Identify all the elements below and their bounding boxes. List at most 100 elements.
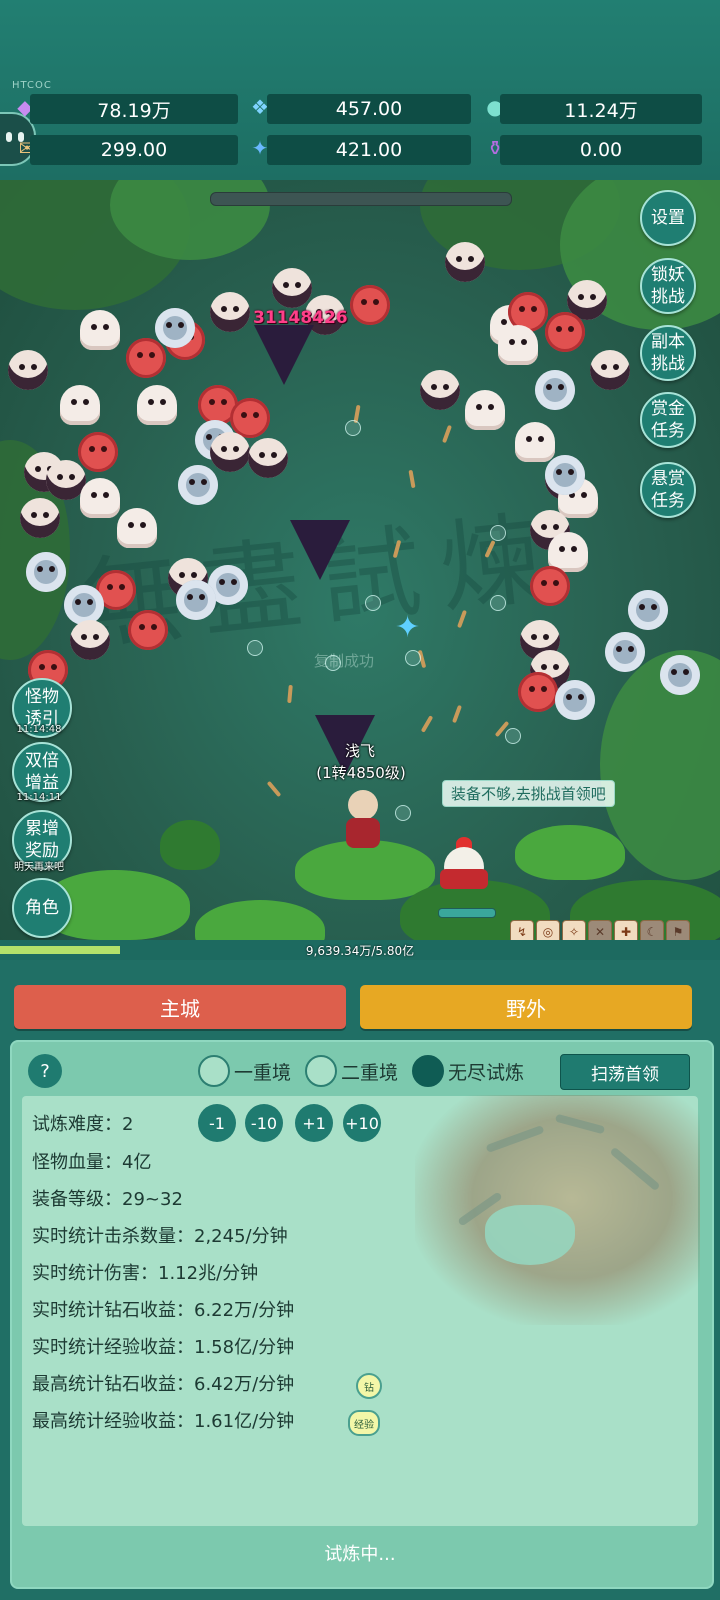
monster-eyeball [628, 590, 668, 630]
monster-ghost [60, 385, 100, 425]
bubble-effect [395, 805, 411, 821]
avatar-eye-icon [6, 132, 12, 142]
bounty-gold-task-button[interactable]: 赏金任务 [640, 392, 696, 448]
demon-lock-challenge-button[interactable]: 锁妖挑战 [640, 258, 696, 314]
sweep-boss-button[interactable]: 扫荡首领 [560, 1054, 690, 1090]
copy-success-toast: 复制成功 [314, 652, 375, 670]
stat-best-diamond-per-min: 最高统计钻石收益：6.42万/分钟 [32, 1374, 295, 1395]
pet-chicken[interactable] [440, 835, 488, 891]
monster-eyeball [64, 585, 104, 625]
radio-icon [305, 1055, 337, 1087]
cumulative-reward-status: 明天再来吧 [14, 862, 64, 873]
player-hero[interactable] [340, 790, 384, 850]
bubble-effect [405, 650, 421, 666]
pet-hp-bar [438, 908, 496, 918]
monster-ram [70, 620, 110, 660]
monster-ghost [515, 422, 555, 462]
monster-imp [518, 672, 558, 712]
stat-damage-per-min: 实时统计伤害：1.12兆/分钟 [32, 1263, 259, 1284]
shard-amount: 421.00 [267, 135, 471, 165]
monster-ram [210, 292, 250, 332]
mode-option-first[interactable]: 一重境 [198, 1055, 291, 1087]
difficulty-minus-1-button[interactable]: -1 [198, 1104, 236, 1142]
character-button[interactable]: 角色 [12, 878, 72, 938]
monster-ram [248, 438, 288, 478]
boss-hp-bar [210, 192, 512, 206]
monster-ram [8, 350, 48, 390]
bush [160, 820, 220, 870]
monster-eyeball [155, 308, 195, 348]
settings-button[interactable]: 设置 [640, 190, 696, 246]
monster-lure-timer: 11:14:48 [16, 724, 62, 735]
cumulative-reward-label: 累增奖励 [25, 819, 59, 861]
battle-field[interactable]: 無盡試煉 ✦ ↯ ◎ ✧ ✕ ✚ ☾ ⚑ [0, 180, 720, 960]
arrow-projectile [266, 780, 282, 798]
difficulty-minus-10-button[interactable]: -10 [245, 1104, 283, 1142]
diamond-badge-icon: 钻 [356, 1373, 382, 1399]
arrow-projectile [452, 704, 462, 724]
exp-badge-icon: 经验 [348, 1410, 380, 1436]
radio-icon [198, 1055, 230, 1087]
stat-diamond-per-min: 实时统计钻石收益：6.22万/分钟 [32, 1300, 295, 1321]
challenge-boss-hint[interactable]: 装备不够,去挑战首领吧 [442, 780, 615, 807]
arrow-projectile [287, 684, 293, 704]
monster-ghost [498, 325, 538, 365]
monster-eyeball [545, 455, 585, 495]
demon-lock-challenge-label: 锁妖挑战 [651, 265, 685, 307]
monster-ghost [80, 478, 120, 518]
monster-eyeball [26, 552, 66, 592]
difficulty-label: 试炼难度： [32, 1114, 122, 1135]
monster-ghost [80, 310, 120, 350]
bubble-effect [247, 640, 263, 656]
crystal-amount: 457.00 [267, 94, 471, 124]
orb-amount: 11.24万 [500, 94, 702, 124]
bush [515, 825, 625, 880]
monster-ram [590, 350, 630, 390]
tiger-illustration [415, 1095, 700, 1325]
difficulty-plus-10-button[interactable]: +10 [343, 1104, 381, 1142]
stat-best-exp-per-min: 最高统计经验收益：1.61亿/分钟 [32, 1411, 295, 1432]
damage-number: 31148426 [253, 308, 348, 328]
monster-ram [20, 498, 60, 538]
bubble-effect [345, 420, 361, 436]
wild-tab[interactable]: 野外 [360, 985, 692, 1029]
trial-status-text: 试炼中... [324, 1544, 396, 1565]
exp-text: 9,639.34万/5.80亿 [305, 944, 415, 958]
difficulty-plus-1-button[interactable]: +1 [295, 1104, 333, 1142]
mode-option-second-label: 二重境 [341, 1061, 399, 1084]
shuriken-icon: ✦ [395, 610, 421, 645]
mode-option-endless-label: 无尽试炼 [448, 1061, 525, 1084]
monster-ram [445, 242, 485, 282]
reward-task-button[interactable]: 悬赏任务 [640, 462, 696, 518]
monster-ghost [137, 385, 177, 425]
main-city-tab[interactable]: 主城 [14, 985, 346, 1029]
monster-ghost [117, 508, 157, 548]
monster-imp [78, 432, 118, 472]
arrow-projectile [408, 469, 416, 489]
tornado-effect [254, 325, 314, 385]
monster-imp [128, 610, 168, 650]
mode-option-endless[interactable]: 无尽试炼 [412, 1055, 524, 1087]
monster-imp [350, 285, 390, 325]
mode-option-second[interactable]: 二重境 [305, 1055, 398, 1087]
help-button[interactable]: ? [28, 1054, 62, 1088]
reward-task-label: 悬赏任务 [651, 469, 685, 511]
stat-monster-hp: 怪物血量：4亿 [32, 1152, 152, 1173]
dungeon-challenge-button[interactable]: 副本挑战 [640, 325, 696, 381]
double-buff-label: 双倍增益 [25, 751, 59, 793]
difficulty-value: 2 [122, 1114, 134, 1135]
player-name: 浅飞 [344, 742, 375, 760]
bubble-effect [490, 595, 506, 611]
monster-eyeball [555, 680, 595, 720]
bubble-effect [505, 728, 521, 744]
monster-imp [545, 312, 585, 352]
bubble-effect [490, 525, 506, 541]
character-label: 角色 [25, 898, 59, 918]
diamond-amount: 78.19万 [30, 94, 238, 124]
potion-amount: 0.00 [500, 135, 702, 165]
bounty-gold-task-label: 赏金任务 [651, 399, 685, 441]
monster-imp [126, 338, 166, 378]
monster-eyeball [178, 465, 218, 505]
top-tag: HTCOC [12, 80, 52, 91]
monster-ram [420, 370, 460, 410]
